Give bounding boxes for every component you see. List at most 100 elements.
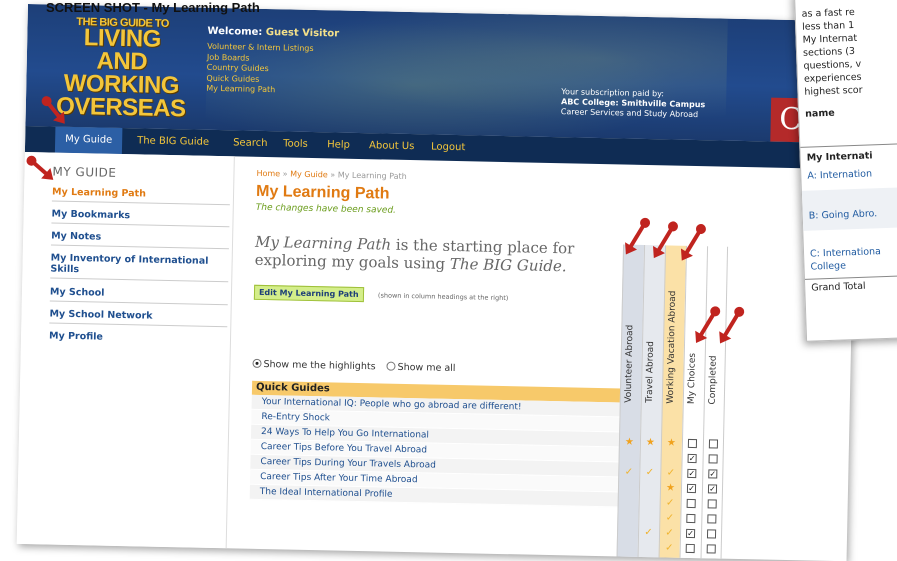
breadcrumb-separator: » <box>282 169 288 179</box>
completed-checkbox[interactable] <box>701 526 722 541</box>
checkbox-icon <box>685 543 695 553</box>
inset-divider <box>804 274 897 280</box>
my-choice-checkbox[interactable] <box>680 511 701 526</box>
checked-icon: ✓ <box>687 468 697 478</box>
inset-text: less than 1 <box>801 19 855 33</box>
sidebar-item-learning-path[interactable]: My Learning Path <box>51 186 231 206</box>
site-banner: THE BIG GUIDE TO LIVING AND WORKING OVER… <box>25 4 858 144</box>
inset-screenshot: as a fast re less than 1 My Internat sec… <box>793 0 897 342</box>
banner-link-learning-path[interactable]: My Learning Path <box>206 84 313 97</box>
welcome-prefix: Welcome: <box>207 25 263 38</box>
tab-about-us[interactable]: About Us <box>359 133 425 160</box>
guide-link[interactable]: The Ideal International Profile <box>260 487 393 500</box>
goal-columns: Volunteer Abroad Travel Abroad Working V… <box>616 244 733 561</box>
checkbox-icon <box>686 498 696 508</box>
star-icon: ★ <box>666 437 677 449</box>
check-icon: ✓ <box>645 467 655 479</box>
guide-link[interactable]: Re-Entry Shock <box>261 412 330 423</box>
column-heading: Volunteer Abroad <box>623 324 636 403</box>
checkbox-icon <box>707 498 717 509</box>
inset-text: My Internat <box>802 32 858 46</box>
inset-table-header: My Internati <box>806 150 873 164</box>
sidebar-item-inventory[interactable]: My Inventory of International Skills <box>50 252 229 283</box>
inset-name-label: name <box>805 107 835 120</box>
checked-icon: ✓ <box>707 483 718 494</box>
radio-selected-icon <box>252 358 262 368</box>
checkbox-icon <box>706 543 716 554</box>
my-choice-checkbox[interactable]: ✓ <box>681 451 702 466</box>
page-title: My Learning Path <box>255 182 390 203</box>
sidebar-item-bookmarks[interactable]: My Bookmarks <box>51 208 230 228</box>
inset-text: questions, v <box>803 58 862 72</box>
my-choice-checkbox[interactable]: ✓ <box>680 526 701 541</box>
star-icon: ★ <box>624 436 635 448</box>
tab-big-guide[interactable]: The BIG Guide <box>127 128 219 156</box>
breadcrumb-my-guide[interactable]: My Guide <box>290 170 328 180</box>
tab-my-guide[interactable]: My Guide <box>54 126 123 155</box>
checkbox-icon <box>707 513 717 524</box>
sidebar-item-school[interactable]: My School <box>49 286 229 306</box>
intro-text: My Learning Path is the starting place f… <box>255 233 596 276</box>
banner-quick-links: Volunteer & Intern Listings Job Boards C… <box>206 42 314 97</box>
check-icon: ✓ <box>665 512 675 524</box>
screenshot-caption: SCREEN SHOT - My Learning Path <box>46 0 260 15</box>
completed-checkbox[interactable]: ✓ <box>702 481 723 496</box>
my-choice-checkbox[interactable] <box>681 496 702 511</box>
guide-link[interactable]: Career Tips After Your Time Abroad <box>260 472 418 485</box>
sidebar-item-notes[interactable]: My Notes <box>50 230 230 250</box>
inset-text: sections (3 <box>802 45 856 59</box>
guide-link[interactable]: 24 Ways To Help You Go International <box>261 427 429 441</box>
inset-text: as a fast re <box>801 6 855 20</box>
completed-checkbox[interactable] <box>703 436 724 451</box>
completed-checkbox[interactable] <box>702 451 723 466</box>
site-logo[interactable]: THE BIG GUIDE TO LIVING AND WORKING OVER… <box>55 16 188 123</box>
tab-help[interactable]: Help <box>317 132 360 159</box>
sidebar: MY GUIDE My Learning Path My Bookmarks M… <box>16 151 235 549</box>
checked-icon: ✓ <box>687 453 697 463</box>
logo-line: OVERSEAS <box>55 92 186 123</box>
completed-checkbox[interactable] <box>702 496 723 511</box>
checked-icon: ✓ <box>686 483 697 493</box>
checkbox-icon <box>708 453 718 464</box>
welcome-user: Guest Visitor <box>265 26 340 40</box>
check-icon: ✓ <box>665 527 674 539</box>
inset-divider <box>800 143 897 148</box>
tab-tools[interactable]: Tools <box>273 131 318 158</box>
inset-row-a[interactable]: A: Internation <box>807 168 872 181</box>
view-toggle: Show me the highlights Show me all <box>252 358 463 375</box>
guide-link[interactable]: Career Tips Before You Travel Abroad <box>261 442 427 455</box>
inset-row-c[interactable]: C: Internationa <box>810 246 881 259</box>
star-icon: ★ <box>645 437 656 449</box>
logo-line: LIVING AND <box>83 24 162 76</box>
radio-all-label: Show me all <box>397 361 456 375</box>
checkbox-icon <box>686 513 696 523</box>
column-heading: My Choices <box>686 352 698 405</box>
completed-checkbox[interactable]: ✓ <box>702 466 723 481</box>
radio-highlights[interactable]: Show me the highlights <box>252 358 379 373</box>
column-heading: Travel Abroad <box>644 341 657 404</box>
radio-all[interactable]: Show me all <box>386 361 460 375</box>
check-icon: ✓ <box>664 542 674 554</box>
check-icon: ✓ <box>665 497 675 509</box>
sidebar-item-profile[interactable]: My Profile <box>49 331 227 349</box>
completed-checkbox[interactable] <box>701 541 722 556</box>
checked-icon: ✓ <box>685 528 696 538</box>
edit-learning-path-button[interactable]: Edit My Learning Path <box>253 284 364 303</box>
my-choice-checkbox[interactable]: ✓ <box>681 481 702 496</box>
tab-search[interactable]: Search <box>223 130 278 157</box>
checkbox-icon <box>687 438 698 448</box>
inset-row-c-cont[interactable]: College <box>810 260 846 272</box>
my-choice-checkbox[interactable] <box>682 436 703 451</box>
column-heading: Working Vacation Abroad <box>665 290 679 404</box>
check-icon: ✓ <box>666 467 676 479</box>
sidebar-item-school-network[interactable]: My School Network <box>49 308 228 328</box>
completed-checkbox[interactable] <box>701 511 722 526</box>
tab-logout[interactable]: Logout <box>421 134 476 161</box>
breadcrumb: Home » My Guide » My Learning Path <box>256 169 406 181</box>
breadcrumb-home[interactable]: Home <box>256 169 280 178</box>
inset-text: highest scor <box>804 84 863 98</box>
guide-link[interactable]: Career Tips During Your Travels Abroad <box>260 457 436 471</box>
column-heading: Completed <box>707 355 719 405</box>
my-choice-checkbox[interactable]: ✓ <box>681 466 702 481</box>
star-icon: ★ <box>665 482 676 494</box>
